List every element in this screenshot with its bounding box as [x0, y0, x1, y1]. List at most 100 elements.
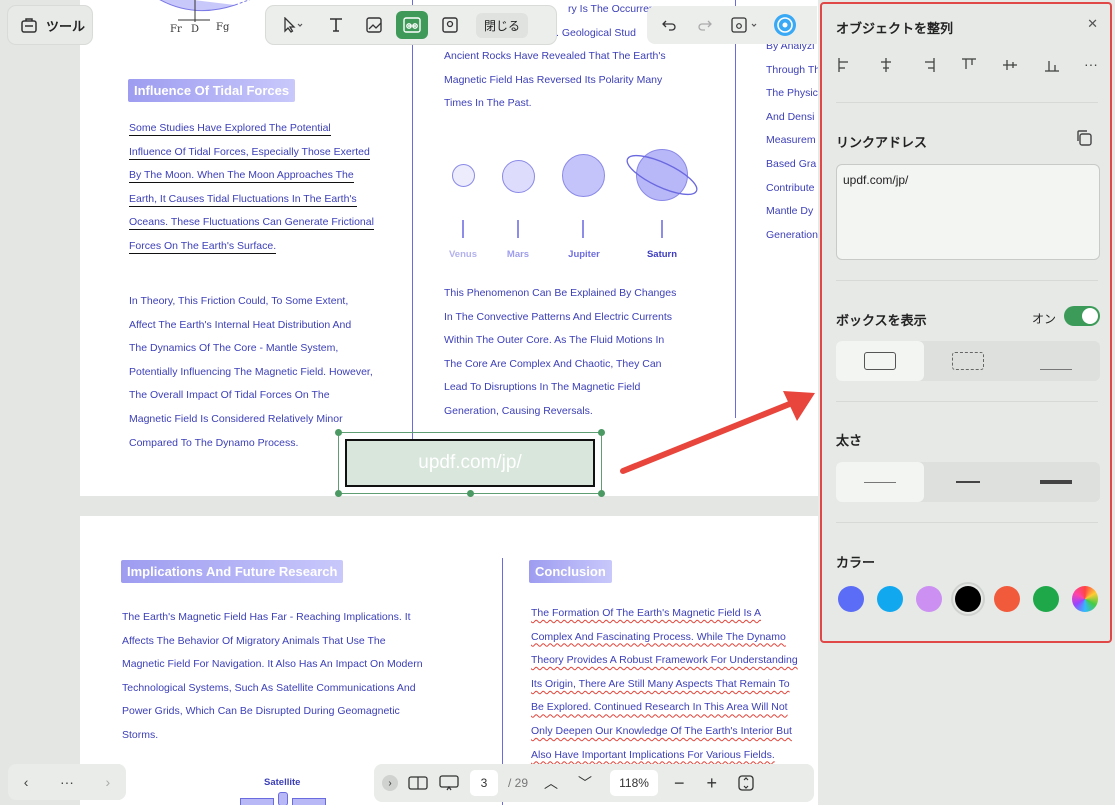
- planet-mars: [502, 160, 535, 193]
- map-pin-icon: [442, 17, 458, 33]
- select-tool-button[interactable]: [272, 11, 314, 39]
- ai-assistant-button[interactable]: [769, 11, 801, 39]
- link-address-input[interactable]: updf.com/jp/: [836, 164, 1100, 260]
- text-line: The Dynamics Of The Core - Mantle System…: [129, 342, 339, 355]
- color-swatch-rainbow[interactable]: [1072, 586, 1098, 612]
- align-bottom-icon[interactable]: [1043, 56, 1061, 74]
- tick-mars: [517, 220, 519, 238]
- text-line: Contribute: [766, 181, 815, 194]
- document-canvas[interactable]: Fr D Fg Influence Of Tidal Forces Some S…: [0, 0, 818, 805]
- resize-handle[interactable]: [335, 490, 342, 497]
- text-line: Affects The Behavior Of Migratory Animal…: [122, 634, 386, 647]
- color-swatch-black[interactable]: [955, 586, 981, 612]
- panel-title: オブジェクトを整列: [836, 21, 954, 36]
- undo-button[interactable]: [653, 11, 685, 39]
- presentation-icon[interactable]: [438, 774, 460, 792]
- prev-icon[interactable]: ‹: [24, 774, 29, 790]
- box-style-underline[interactable]: [1012, 341, 1100, 381]
- align-top-icon[interactable]: [960, 56, 978, 74]
- color-swatches: [838, 586, 1098, 612]
- more-icon[interactable]: ···: [60, 774, 74, 790]
- ai-assistant-icon: [774, 14, 796, 36]
- show-box-label: ボックスを表示: [836, 313, 927, 328]
- resize-handle[interactable]: [598, 490, 605, 497]
- align-middle-icon[interactable]: [1001, 56, 1019, 74]
- text-line: The Earth's Magnetic Field Has Far - Rea…: [122, 611, 411, 623]
- zoom-level[interactable]: 118%: [610, 770, 659, 796]
- thickness-thick[interactable]: [1012, 462, 1100, 502]
- save-button[interactable]: [725, 11, 765, 39]
- show-box-toggle[interactable]: [1064, 306, 1100, 326]
- toggle-state-label: オン: [1032, 312, 1057, 326]
- pdf-page: Implications And Future Research The Ear…: [80, 516, 818, 805]
- thickness-thin[interactable]: [836, 462, 924, 502]
- divider: [836, 522, 1098, 523]
- close-button[interactable]: 閉じる: [476, 12, 529, 38]
- page-view-icon[interactable]: [408, 775, 428, 791]
- expand-icon[interactable]: ›: [382, 775, 398, 791]
- align-left-icon[interactable]: [836, 56, 854, 74]
- align-center-icon[interactable]: [877, 56, 895, 74]
- satellite-label: Satellite: [264, 777, 301, 788]
- text-line: Magnetic Field Is Considered Relatively …: [129, 412, 343, 425]
- redo-button[interactable]: [689, 11, 721, 39]
- heading-implications: Implications And Future Research: [121, 560, 344, 583]
- resize-handle[interactable]: [335, 429, 342, 436]
- link-box[interactable]: updf.com/jp/: [345, 439, 595, 487]
- color-swatch-green[interactable]: [1033, 586, 1059, 612]
- tick-jupiter: [582, 220, 584, 238]
- tick-saturn: [661, 220, 663, 238]
- link-box-selection[interactable]: updf.com/jp/: [335, 429, 605, 497]
- text-line: Through Th: [766, 63, 818, 76]
- color-swatch-violet[interactable]: [916, 586, 942, 612]
- location-link-button[interactable]: [434, 11, 466, 39]
- box-style-solid[interactable]: [836, 341, 924, 381]
- zoom-out-icon[interactable]: −: [674, 773, 685, 794]
- resize-handle[interactable]: [467, 490, 474, 497]
- color-swatch-orange[interactable]: [994, 586, 1020, 612]
- tools-button[interactable]: ツール: [8, 6, 92, 44]
- column-divider: [735, 0, 736, 418]
- tick-venus: [462, 220, 464, 238]
- label-jupiter: Jupiter: [568, 249, 600, 260]
- next-icon[interactable]: ›: [106, 774, 111, 790]
- box-style-dashed[interactable]: [924, 341, 1012, 381]
- label-venus: Venus: [449, 249, 477, 260]
- color-label: カラー: [836, 555, 876, 570]
- text-line: In The Convective Patterns And Electric …: [444, 310, 672, 323]
- zoom-in-icon[interactable]: +: [707, 773, 718, 794]
- text-tool-button[interactable]: [320, 11, 352, 39]
- image-tool-button[interactable]: [358, 11, 390, 39]
- text-line: Ancient Rocks Have Revealed That The Ear…: [444, 50, 666, 63]
- right-column-paragraph: By Analyzi Through Th The Physic And Den…: [766, 35, 818, 247]
- text-line: The Overall Impact Of Tidal Forces On Th…: [129, 389, 330, 402]
- page-down-icon[interactable]: ﹀: [578, 773, 592, 793]
- satellite-icon: [240, 792, 326, 805]
- link-tool-button[interactable]: [396, 11, 428, 39]
- underline-icon: [1040, 352, 1072, 370]
- thickness-medium[interactable]: [924, 462, 1012, 502]
- close-icon[interactable]: ✕: [1087, 16, 1098, 32]
- align-right-icon[interactable]: [919, 56, 937, 74]
- column-divider: [412, 0, 413, 448]
- properties-panel: オブジェクトを整列 ✕ ··· リンクアドレス updf.com/jp/ ボック…: [820, 2, 1112, 643]
- text-line: The Physic: [766, 87, 818, 100]
- fit-page-icon[interactable]: [737, 774, 755, 792]
- heading-tidal-forces: Influence Of Tidal Forces: [128, 79, 296, 102]
- color-swatch-blue[interactable]: [838, 586, 864, 612]
- saturn-ring: [626, 154, 698, 196]
- text-line: Only Deepen Our Knowledge Of The Earth's…: [531, 724, 792, 737]
- implications-paragraph: The Earth's Magnetic Field Has Far - Rea…: [122, 606, 423, 748]
- resize-handle[interactable]: [598, 429, 605, 436]
- copy-icon[interactable]: [1074, 128, 1094, 148]
- divider: [836, 102, 1098, 103]
- text-line: Its Origin, There Are Still Many Aspects…: [531, 677, 790, 690]
- image-icon: [366, 17, 382, 33]
- page-number-input[interactable]: 3: [470, 770, 498, 796]
- divider: [836, 401, 1098, 402]
- color-swatch-cyan[interactable]: [877, 586, 903, 612]
- link-icon: [403, 17, 421, 33]
- more-align-icon[interactable]: ···: [1084, 56, 1098, 74]
- page-up-icon[interactable]: ︿: [544, 773, 558, 793]
- text-line: In Theory, This Friction Could, To Some …: [129, 295, 349, 307]
